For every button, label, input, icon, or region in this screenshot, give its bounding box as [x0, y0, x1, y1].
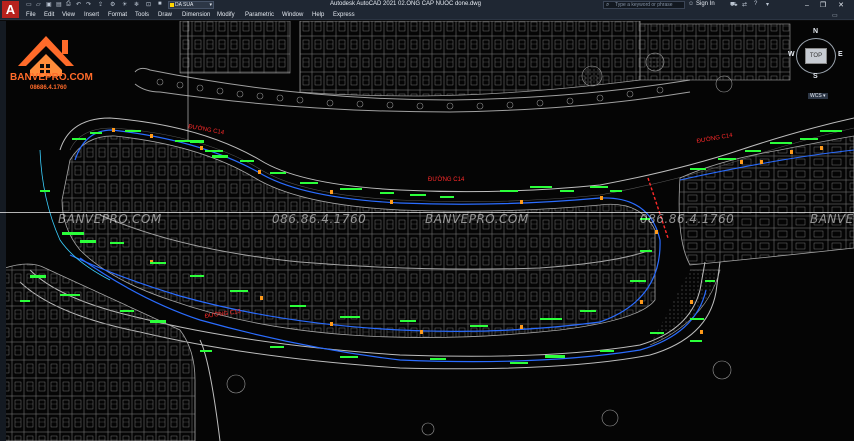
watermark-site-1: BANVEPRO.COM — [58, 212, 162, 226]
menu-draw[interactable]: Draw — [158, 12, 172, 18]
window-title: Autodesk AutoCAD 2021 02.ONG CAP NUOC do… — [330, 1, 481, 7]
chevron-down-icon: ▾ — [209, 2, 212, 8]
housing-block-top-right — [639, 23, 791, 81]
viewcube[interactable]: TOP N W E S — [788, 28, 844, 90]
layer-freeze-icon[interactable]: ❄ — [134, 1, 139, 9]
compass-east[interactable]: E — [838, 51, 843, 58]
save-as-icon[interactable]: ▤ — [56, 1, 62, 9]
menu-view[interactable]: View — [62, 12, 75, 18]
housing-block-main — [61, 135, 656, 338]
housing-block-top-left — [179, 20, 291, 74]
layer-color-icon — [170, 3, 174, 7]
chevron-down-icon[interactable]: ▾ — [766, 1, 769, 9]
compass-north[interactable]: N — [813, 28, 818, 35]
autocad-logo-icon[interactable]: A — [2, 1, 19, 18]
undo-icon[interactable]: ↶ — [76, 1, 81, 9]
menu-window[interactable]: Window — [282, 12, 303, 18]
menu-dimension[interactable]: Dimension — [182, 12, 210, 18]
drawing-svg: ĐƯỜNG C14 ĐƯỜNG C14 ĐƯỜNG C14 ĐƯỜNG C13 — [4, 20, 854, 441]
menu-parametric[interactable]: Parametric — [245, 12, 274, 18]
compass-south[interactable]: S — [813, 73, 818, 80]
sign-in-button[interactable]: Sign In — [696, 1, 715, 7]
search-placeholder: Type a keyword or phrase — [615, 2, 673, 8]
layer-dropdown[interactable]: DA SUA ▾ — [168, 1, 214, 9]
menu-bar: File Edit View Insert Format Tools Draw … — [0, 10, 854, 20]
ribbon-toggle-icon[interactable]: ▭ — [832, 12, 838, 19]
search-icon: ⌕ — [606, 2, 610, 8]
minimize-button[interactable]: – — [800, 0, 814, 10]
menu-insert[interactable]: Insert — [84, 12, 99, 18]
menu-format[interactable]: Format — [108, 12, 127, 18]
help-search-input[interactable]: ⌕ Type a keyword or phrase — [603, 1, 685, 9]
share-icon[interactable]: ⇪ — [98, 1, 103, 9]
exchange-icon[interactable]: ⇄ — [742, 1, 747, 9]
menu-file[interactable]: File — [26, 12, 36, 18]
plot-icon[interactable]: ⎙ — [66, 1, 71, 9]
close-button[interactable]: ✕ — [834, 0, 848, 10]
lightbulb-icon[interactable]: ☀ — [122, 1, 127, 9]
compass-west[interactable]: W — [788, 51, 795, 58]
color-square-icon[interactable]: ■ — [158, 1, 162, 9]
roundabout-top-right — [645, 52, 665, 72]
drawing-canvas[interactable]: ĐƯỜNG C14 ĐƯỜNG C14 ĐƯỜNG C14 ĐƯỜNG C13 — [0, 20, 854, 441]
redo-icon[interactable]: ↷ — [86, 1, 91, 9]
title-bar: A ▭ ▱ ▣ ▤ ⎙ ↶ ↷ ⇪ ⚙ ☀ ❄ ⊡ ■ DA SUA ▾ Aut… — [0, 0, 854, 18]
banvepro-house-logo-icon — [18, 36, 74, 76]
housing-block-right — [678, 135, 854, 266]
wcs-menu[interactable]: WCS ▾ — [808, 93, 828, 99]
lock-icon[interactable]: ⊡ — [146, 1, 151, 9]
road-label-c14-center: ĐƯỜNG C14 — [428, 176, 465, 183]
road-side-left — [199, 339, 221, 441]
brand-name: BANVEPRO.COM — [10, 72, 93, 83]
road-label-c14-left: ĐƯỜNG C14 — [188, 123, 226, 136]
watermark-site-3: BANVEPRO.COM — [810, 212, 854, 226]
open-icon[interactable]: ▱ — [36, 1, 41, 9]
help-icon[interactable]: ? — [754, 1, 757, 9]
watermark-phone-2: 086.86.4.1760 — [640, 212, 735, 226]
workspace-icon[interactable]: ⚙ — [110, 1, 115, 9]
menu-help[interactable]: Help — [312, 12, 324, 18]
save-icon[interactable]: ▣ — [46, 1, 52, 9]
user-icon[interactable]: ☺ — [688, 1, 694, 9]
maximize-button[interactable]: ❐ — [816, 0, 830, 10]
layer-name: DA SUA — [175, 2, 194, 8]
menu-modify[interactable]: Modify — [217, 12, 235, 18]
menu-express[interactable]: Express — [333, 12, 355, 18]
road-label-c14-right: ĐƯỜNG C14 — [696, 132, 734, 145]
roundabout-top — [581, 65, 603, 87]
menu-edit[interactable]: Edit — [44, 12, 54, 18]
new-icon[interactable]: ▭ — [26, 1, 32, 9]
brand-phone: 08686.4.1760 — [30, 85, 67, 91]
viewcube-top-face[interactable]: TOP — [805, 48, 827, 64]
watermark-site-2: BANVEPRO.COM — [425, 212, 529, 226]
menu-tools[interactable]: Tools — [135, 12, 149, 18]
cart-icon[interactable]: ⛟ — [730, 1, 738, 9]
watermark-phone-1: 086.86.4.1760 — [272, 212, 367, 226]
